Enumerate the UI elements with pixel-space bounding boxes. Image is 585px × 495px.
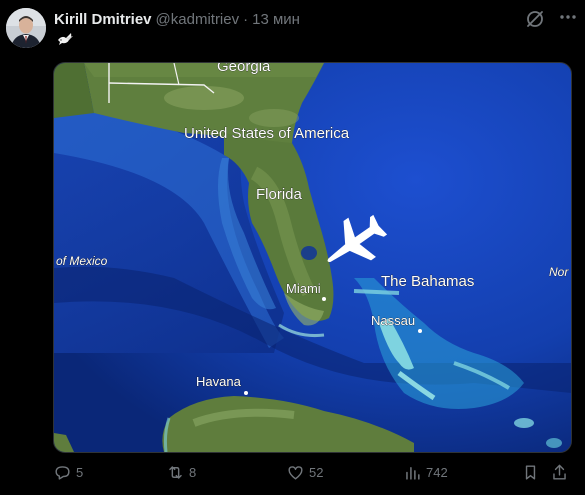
reply-icon xyxy=(55,465,70,480)
repost-icon xyxy=(169,465,182,479)
avatar[interactable] xyxy=(6,8,46,48)
views-button[interactable]: 742 xyxy=(403,460,448,484)
media-photo[interactable]: Georgia United States of America Florida… xyxy=(53,62,572,453)
bookmark-button[interactable] xyxy=(521,460,540,484)
author-handle[interactable]: @kadmitriev xyxy=(156,11,240,28)
action-bar: 5 8 52 742 xyxy=(53,460,573,484)
share-icon xyxy=(553,464,566,480)
label-florida: Florida xyxy=(256,186,303,203)
dove-emoji xyxy=(56,31,74,47)
like-button[interactable]: 52 xyxy=(286,460,323,484)
repost-button[interactable]: 8 xyxy=(166,460,196,484)
repost-count: 8 xyxy=(189,464,197,480)
label-nassau: Nassau xyxy=(371,313,415,328)
share-button[interactable] xyxy=(550,460,569,484)
label-north: Nor xyxy=(549,265,569,279)
separator: · xyxy=(243,10,249,28)
label-havana: Havana xyxy=(196,374,242,389)
like-count: 52 xyxy=(309,464,324,480)
author-name[interactable]: Kirill Dmitriev xyxy=(54,11,152,28)
reply-count: 5 xyxy=(76,464,84,480)
label-miami: Miami xyxy=(286,281,321,296)
label-georgia: Georgia xyxy=(217,63,271,75)
timestamp[interactable]: 13 мин xyxy=(252,11,300,28)
views-count: 742 xyxy=(426,464,448,480)
label-usa: United States of America xyxy=(184,125,350,142)
bookmark-icon xyxy=(525,464,536,480)
views-icon xyxy=(406,466,420,480)
more-icon[interactable] xyxy=(556,5,580,29)
label-gulf: of Mexico xyxy=(56,254,108,268)
label-bahamas: The Bahamas xyxy=(381,273,474,290)
tweet-header: Kirill Dmitriev @kadmitriev · 13 мин xyxy=(54,9,300,29)
reply-button[interactable]: 5 xyxy=(53,460,83,484)
grok-icon[interactable] xyxy=(524,8,546,30)
like-icon xyxy=(288,465,303,480)
tweet[interactable]: Kirill Dmitriev @kadmitriev · 13 мин Geo… xyxy=(0,0,585,495)
